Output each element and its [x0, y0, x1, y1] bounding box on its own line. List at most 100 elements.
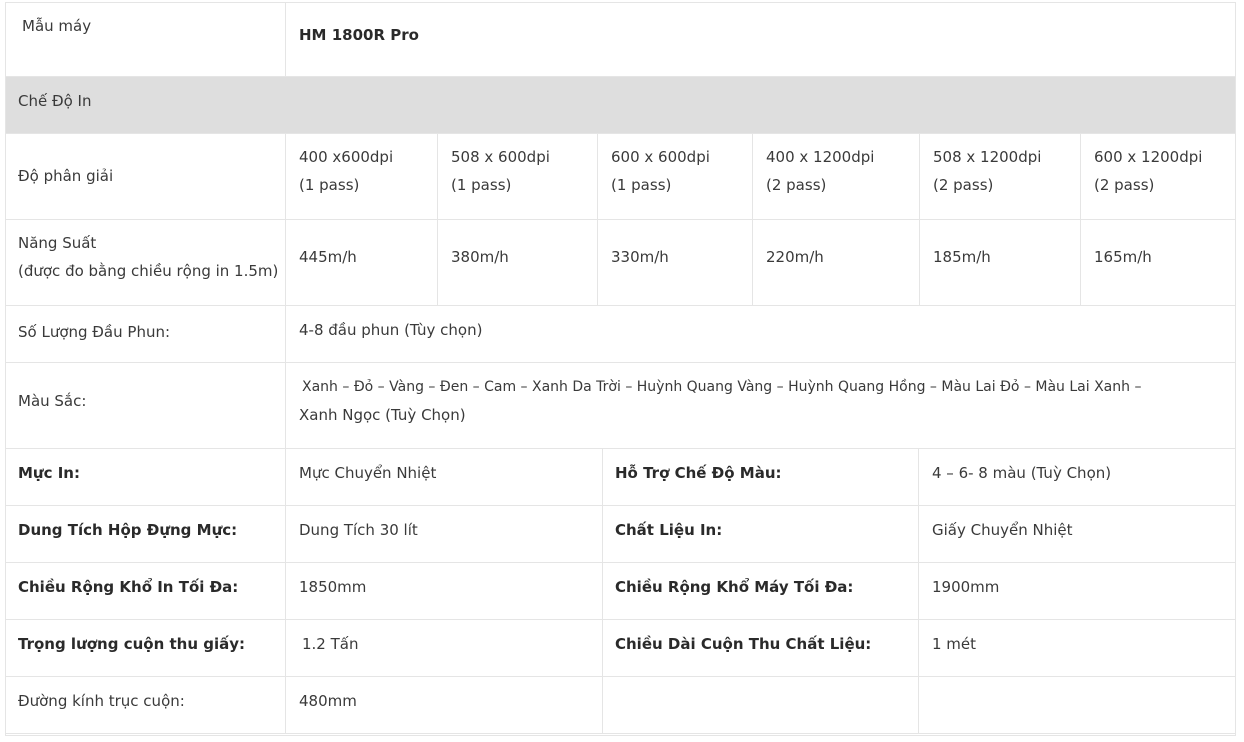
spec-label: Chiều Rộng Khổ Máy Tối Đa: [615, 578, 854, 596]
row-print-mode: Chế Độ In [5, 77, 1236, 134]
resolution-pass: (2 pass) [933, 176, 994, 194]
resolution-dpi: 508 x 1200dpi [933, 148, 1042, 166]
colors-label-cell: Màu Sắc: [5, 363, 285, 448]
spec-label-cell: Trọng lượng cuộn thu giấy: [5, 620, 285, 676]
resolution-dpi: 600 x 600dpi [611, 148, 710, 166]
productivity-value: 185m/h [933, 248, 991, 266]
print-mode-header: Chế Độ In [18, 92, 92, 110]
resolution-pass: (1 pass) [299, 176, 360, 194]
spec-label: Chất Liệu In: [615, 521, 723, 539]
spec-label: Hỗ Trợ Chế Độ Màu: [615, 464, 782, 482]
resolution-mode-cell: 400 x600dpi (1 pass) [285, 134, 437, 219]
row-spec: Chiều Rộng Khổ In Tối Đa: 1850mm Chiều R… [5, 563, 1236, 620]
resolution-dpi: 400 x600dpi [299, 148, 394, 166]
spec-label-cell: Mực In: [5, 449, 285, 505]
spec-table: Mẫu máy HM 1800R Pro Chế Độ In Độ phân g… [5, 2, 1236, 734]
productivity-value: 445m/h [299, 248, 357, 266]
row-productivity: Năng Suất (được đo bằng chiều rộng in 1.… [5, 220, 1236, 306]
productivity-value: 330m/h [611, 248, 669, 266]
productivity-value-cell: 220m/h [752, 220, 919, 305]
spec-value-cell: 1 mét [918, 620, 1236, 676]
productivity-value-cell: 445m/h [285, 220, 437, 305]
spec-label: Trọng lượng cuộn thu giấy: [18, 635, 245, 653]
productivity-value: 165m/h [1094, 248, 1152, 266]
heads-value-cell: 4-8 đầu phun (Tùy chọn) [285, 306, 1236, 362]
row-heads: Số Lượng Đầu Phun: 4-8 đầu phun (Tùy chọ… [5, 306, 1236, 363]
print-mode-header-cell: Chế Độ In [5, 77, 1236, 133]
roll-diameter-label: Đường kính trục cuộn: [18, 692, 185, 710]
spec-value: 1850mm [299, 578, 367, 596]
roll-diameter-value: 480mm [299, 692, 357, 710]
row-spec: Dung Tích Hộp Đựng Mực: Dung Tích 30 lít… [5, 506, 1236, 563]
spec-value: Giấy Chuyển Nhiệt [932, 521, 1073, 539]
row-roll-diameter: Đường kính trục cuộn: 480mm [5, 677, 1236, 734]
spec-value-cell: 4 – 6- 8 màu (Tuỳ Chọn) [918, 449, 1236, 505]
spec-value-cell: Dung Tích 30 lít [285, 506, 602, 562]
spec-label: Chiều Rộng Khổ In Tối Đa: [18, 578, 239, 596]
row-resolution: Độ phân giải 400 x600dpi (1 pass) 508 x … [5, 134, 1236, 220]
spec-label-cell: Chất Liệu In: [602, 506, 918, 562]
resolution-dpi: 600 x 1200dpi [1094, 148, 1203, 166]
spec-value-cell: 1900mm [918, 563, 1236, 619]
row-model: Mẫu máy HM 1800R Pro [5, 2, 1236, 77]
heads-label: Số Lượng Đầu Phun: [18, 323, 171, 341]
row-spec: Mực In: Mực Chuyển Nhiệt Hỗ Trợ Chế Độ M… [5, 449, 1236, 506]
spec-value: 1.2 Tấn [302, 635, 359, 653]
colors-value-cell: Xanh – Đỏ – Vàng – Đen – Cam – Xanh Da T… [285, 363, 1236, 448]
row-colors: Màu Sắc: Xanh – Đỏ – Vàng – Đen – Cam – … [5, 363, 1236, 449]
spec-value-cell: 1850mm [285, 563, 602, 619]
spec-label: Chiều Dài Cuộn Thu Chất Liệu: [615, 635, 872, 653]
roll-diameter-value-cell: 480mm [285, 677, 602, 733]
colors-value-line2: Xanh Ngọc (Tuỳ Chọn) [299, 406, 466, 424]
spec-value: 1900mm [932, 578, 1000, 596]
roll-diameter-label-cell: Đường kính trục cuộn: [5, 677, 285, 733]
resolution-mode-cell: 508 x 1200dpi (2 pass) [919, 134, 1080, 219]
colors-label: Màu Sắc: [18, 392, 87, 410]
resolution-mode-cell: 400 x 1200dpi (2 pass) [752, 134, 919, 219]
productivity-value-cell: 330m/h [597, 220, 752, 305]
resolution-mode-cell: 508 x 600dpi (1 pass) [437, 134, 597, 219]
productivity-value: 220m/h [766, 248, 824, 266]
productivity-value-cell: 185m/h [919, 220, 1080, 305]
model-label: Mẫu máy [22, 17, 92, 35]
heads-value: 4-8 đầu phun (Tùy chọn) [299, 321, 483, 339]
model-label-cell: Mẫu máy [5, 2, 285, 76]
resolution-label: Độ phân giải [18, 167, 114, 185]
resolution-pass: (2 pass) [766, 176, 827, 194]
colors-value-line1: Xanh – Đỏ – Vàng – Đen – Cam – Xanh Da T… [302, 379, 1142, 395]
spec-value-cell: Giấy Chuyển Nhiệt [918, 506, 1236, 562]
row-spec: Trọng lượng cuộn thu giấy: 1.2 Tấn Chiều… [5, 620, 1236, 677]
productivity-value-cell: 165m/h [1080, 220, 1236, 305]
model-value-cell: HM 1800R Pro [285, 2, 1236, 76]
spec-value: 4 – 6- 8 màu (Tuỳ Chọn) [932, 464, 1112, 482]
resolution-pass: (1 pass) [451, 176, 512, 194]
resolution-dpi: 508 x 600dpi [451, 148, 550, 166]
spec-value: Mực Chuyển Nhiệt [299, 464, 437, 482]
productivity-value-cell: 380m/h [437, 220, 597, 305]
resolution-mode-cell: 600 x 1200dpi (2 pass) [1080, 134, 1236, 219]
spec-label-cell: Chiều Dài Cuộn Thu Chất Liệu: [602, 620, 918, 676]
empty-cell [602, 677, 918, 733]
spec-label-cell: Dung Tích Hộp Đựng Mực: [5, 506, 285, 562]
resolution-pass: (2 pass) [1094, 176, 1155, 194]
spec-label-cell: Chiều Rộng Khổ In Tối Đa: [5, 563, 285, 619]
spec-value: 1 mét [932, 635, 977, 653]
productivity-label-cell: Năng Suất (được đo bằng chiều rộng in 1.… [5, 220, 285, 305]
resolution-pass: (1 pass) [611, 176, 672, 194]
spec-value-cell: Mực Chuyển Nhiệt [285, 449, 602, 505]
resolution-dpi: 400 x 1200dpi [766, 148, 875, 166]
model-value: HM 1800R Pro [299, 26, 419, 44]
spec-label: Dung Tích Hộp Đựng Mực: [18, 521, 238, 539]
spec-label-cell: Hỗ Trợ Chế Độ Màu: [602, 449, 918, 505]
spec-label-cell: Chiều Rộng Khổ Máy Tối Đa: [602, 563, 918, 619]
resolution-label-cell: Độ phân giải [5, 134, 285, 219]
heads-label-cell: Số Lượng Đầu Phun: [5, 306, 285, 362]
productivity-label-note: (được đo bằng chiều rộng in 1.5m) [18, 262, 279, 280]
spec-value-cell: 1.2 Tấn [285, 620, 602, 676]
resolution-mode-cell: 600 x 600dpi (1 pass) [597, 134, 752, 219]
spec-value: Dung Tích 30 lít [299, 521, 418, 539]
empty-cell [918, 677, 1236, 733]
productivity-value: 380m/h [451, 248, 509, 266]
spec-label: Mực In: [18, 464, 80, 482]
productivity-label: Năng Suất [18, 234, 97, 252]
